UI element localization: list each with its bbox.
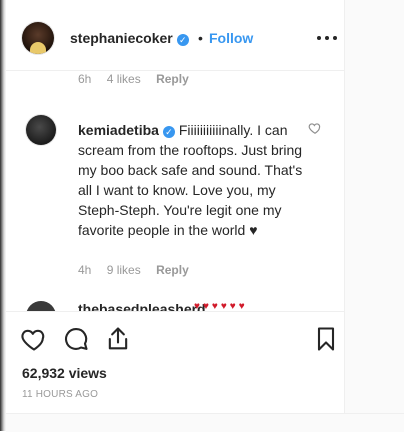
page-footer-area <box>6 413 404 432</box>
comment-time: 6h <box>78 72 92 86</box>
separator-dot: • <box>198 30 203 46</box>
reply-button[interactable]: Reply <box>156 72 189 86</box>
divider <box>6 311 344 312</box>
avatar[interactable] <box>22 22 54 54</box>
like-heart-icon[interactable] <box>20 325 48 353</box>
comment-hearts: ♥♥♥♥♥♥ <box>194 301 248 311</box>
post-panel: stephaniecoker ✓ • Follow 6h 4 likes Repl… <box>6 0 345 413</box>
comment-meta: 4h 9 likes Reply <box>78 263 201 277</box>
comment-avatar[interactable] <box>26 301 56 311</box>
bookmark-save-icon[interactable] <box>312 325 340 353</box>
view-count[interactable]: 62,932 views <box>22 365 107 381</box>
share-upload-icon[interactable] <box>104 325 132 353</box>
comment-time: 4h <box>78 263 92 277</box>
comment-author[interactable]: thebasedpleasherd <box>78 301 206 311</box>
post-timestamp[interactable]: 11 HOURS AGO <box>22 389 98 400</box>
post-header: stephaniecoker ✓ • Follow <box>6 0 344 71</box>
post-author-name[interactable]: stephaniecoker <box>70 30 173 46</box>
reply-button[interactable]: Reply <box>156 263 189 277</box>
comment-like-icon[interactable] <box>308 121 322 135</box>
comment-text: Fiiiiiiiiiiinally. I can scream from the… <box>78 122 303 238</box>
follow-button[interactable]: Follow <box>209 30 253 46</box>
verified-badge-icon: ✓ <box>176 34 189 46</box>
more-options-icon[interactable] <box>316 30 338 46</box>
comment-likes[interactable]: 9 likes <box>107 263 141 277</box>
page-background <box>344 0 404 431</box>
comment-meta: 6h 4 likes Reply <box>78 72 201 86</box>
post-author[interactable]: stephaniecoker ✓ <box>70 30 189 46</box>
comment-avatar[interactable] <box>26 115 56 145</box>
verified-badge-icon: ✓ <box>162 126 175 138</box>
comments-list[interactable]: 6h 4 likes Reply kemiadetiba ✓ Fiiiiiiiii… <box>6 71 344 311</box>
comment-body: kemiadetiba ✓ Fiiiiiiiiiiinally. I can sc… <box>78 120 308 240</box>
comment-bubble-icon[interactable] <box>62 325 90 353</box>
comment-author[interactable]: kemiadetiba <box>78 122 159 138</box>
comment-likes[interactable]: 4 likes <box>107 72 141 86</box>
